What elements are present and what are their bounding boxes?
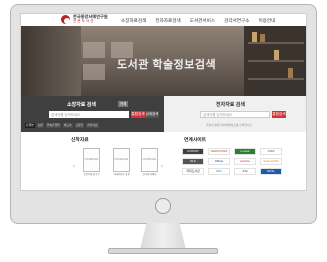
hero-title: 도서관 학술정보검색	[117, 59, 217, 71]
site-header: 한국동양서예연구원 전 문 도 서 관 소장자료검색 전자자료검색 도서관서비스…	[21, 14, 306, 26]
hero-window	[83, 42, 105, 58]
main-navigation: 소장자료검색 전자자료검색 도서관서비스 감각서연구소 이용안내	[121, 18, 275, 24]
eresource-search-button[interactable]: 통합검색	[272, 111, 286, 118]
screen: 도서관 학술정보검색 한국동양서예연구원 전 문 도 서 관 소장자료검색 전자…	[20, 13, 307, 191]
holdings-search-input[interactable]	[49, 111, 129, 118]
affiliate-site-link[interactable]: NDSL	[260, 168, 282, 175]
material-type-link[interactable]: 비도서	[62, 123, 73, 128]
affiliate-site-link[interactable]: NLK	[182, 158, 204, 165]
affiliate-sites-title: 연계사이트	[184, 138, 207, 143]
nav-item[interactable]: 감각서연구소	[224, 18, 249, 24]
monitor-base	[108, 248, 218, 254]
hero-background	[21, 26, 81, 96]
bookshelf-image	[244, 26, 306, 96]
new-arrivals-title: 신착자료	[71, 138, 89, 143]
holdings-search-title: 소장자료 검색	[67, 102, 96, 108]
monitor-frame: 도서관 학술정보검색 한국동양서예연구원 전 문 도 서 관 소장자료검색 전자…	[10, 4, 317, 224]
logo-subtitle: 전 문 도 서 관	[73, 18, 94, 23]
material-type-link[interactable]: 단행본	[25, 123, 35, 128]
eresource-search-title: 전자자료 검색	[216, 102, 245, 108]
nav-item[interactable]: 전자자료검색	[155, 18, 180, 24]
holdings-search-button[interactable]: 통합검색	[131, 111, 145, 118]
no-image-label: NOIMAGE	[84, 158, 99, 161]
search-scope-badge[interactable]: 전체	[118, 101, 129, 107]
material-type-link[interactable]: 논문	[36, 123, 44, 128]
site-logo[interactable]: 한국동양서예연구원 전 문 도 서 관	[61, 14, 108, 24]
logo-emblem-icon	[61, 15, 70, 24]
detail-search-button[interactable]: 상세검색	[145, 111, 159, 118]
affiliate-site-link[interactable]: ScienceON	[260, 158, 282, 165]
affiliate-site-link[interactable]: e-book	[234, 148, 256, 155]
nav-item[interactable]: 이용안내	[258, 18, 275, 24]
material-type-link[interactable]: 고문헌	[74, 123, 85, 128]
book-card[interactable]: NOIMAGE 한국의 서예사	[141, 148, 158, 177]
nav-item[interactable]: 소장자료검색	[121, 18, 146, 24]
chevron-left-icon[interactable]: ‹	[73, 164, 75, 170]
holdings-search-panel: 소장자료 검색 전체 통합검색 상세검색 단행본 논문 연속간행물 비도서 고문…	[21, 96, 164, 132]
hero-window	[83, 64, 105, 80]
book-cover: NOIMAGE	[113, 148, 130, 172]
content-area: 신착자료 ‹ NOIMAGE 동양서예 연구 1 NOIMAGE 서예이론과 실…	[21, 132, 306, 190]
hero-banner: 도서관 학술정보검색	[21, 26, 306, 96]
chevron-right-icon[interactable]: ›	[161, 164, 163, 170]
material-type-links: 단행본 논문 연속간행물 비도서 고문헌 전자자료	[25, 123, 99, 128]
no-image-label: NOIMAGE	[114, 158, 129, 161]
book-cover: NOIMAGE	[141, 148, 158, 172]
affiliate-sites-grid: KOSTAT KERIS RISS e-book KISS NLK DBpia …	[182, 148, 284, 175]
material-type-link[interactable]: 전자자료	[86, 123, 99, 128]
eresource-search-panel: 전자자료 검색 통합검색 학술지 원문 데이터베이스를 검색합니다	[164, 96, 306, 132]
eresource-search-input[interactable]	[200, 111, 270, 118]
affiliate-site-link[interactable]: 국회도서관	[182, 168, 204, 175]
monitor-stand	[140, 223, 186, 250]
power-button[interactable]	[155, 198, 171, 214]
nav-item[interactable]: 도서관서비스	[190, 18, 215, 24]
affiliate-site-link[interactable]: KSI	[234, 168, 256, 175]
affiliate-site-link[interactable]: KOSTAT	[182, 148, 204, 155]
book-cover: NOIMAGE	[83, 148, 100, 172]
search-band: 소장자료 검색 전체 통합검색 상세검색 단행본 논문 연속간행물 비도서 고문…	[21, 96, 306, 132]
affiliate-site-link[interactable]: eArticle	[234, 158, 256, 165]
affiliate-site-link[interactable]: KCI	[208, 168, 230, 175]
book-card[interactable]: NOIMAGE 동양서예 연구 1	[83, 148, 100, 177]
affiliate-site-link[interactable]: KISS	[260, 148, 282, 155]
affiliate-site-link[interactable]: DBpia	[208, 158, 230, 165]
no-image-label: NOIMAGE	[142, 158, 157, 161]
material-type-link[interactable]: 연속간행물	[45, 123, 61, 128]
book-card[interactable]: NOIMAGE 서예이론과 실제	[113, 148, 130, 177]
affiliate-site-link[interactable]: KERIS RISS	[208, 148, 230, 155]
book-title: 동양서예 연구 1	[83, 173, 100, 176]
eresource-search-hint: 학술지 원문 데이터베이스를 검색합니다	[206, 123, 253, 127]
book-title: 한국의 서예사	[142, 173, 157, 176]
book-title: 서예이론과 실제	[113, 173, 130, 176]
